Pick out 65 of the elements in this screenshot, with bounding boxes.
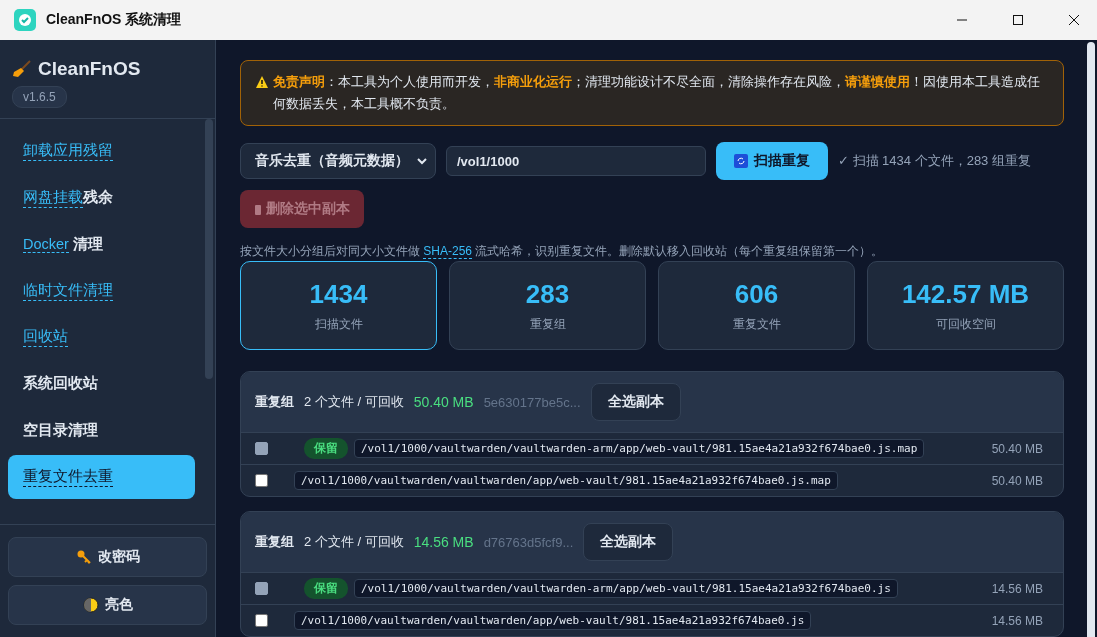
stat-label: 重复组 [529,315,566,333]
checkbox[interactable] [255,474,268,487]
nav-item[interactable]: 回收站 [8,315,195,360]
select-copies-button[interactable]: 全选副本 [583,523,674,561]
stat-label: 扫描文件 [314,315,363,333]
stat-card[interactable]: 283 重复组 [449,261,646,350]
nav-item[interactable]: Docker 清理 [8,222,195,267]
file-path: /vol1/1000/vaultwarden/vaultwarden-arm/app/web-vault/981.15ae4a21a932f674bae0.js [354,579,898,598]
file-path: /vol1/1000/vaultwarden/vaultwarden-arm/app/web-vault/981.15ae4a21a932f674bae0.js.map [354,439,925,458]
hint-text: 按文件大小分组后对同大小文件做 SHA-256 流式哈希，识别重复文件。删除默认移入回收站（每个重复组保留第一个）。 [240,244,885,258]
mode-select[interactable]: 音乐去重（音频元数据） [240,143,436,179]
maximize-icon [1013,15,1023,25]
disclaimer-text: 免责声明：本工具为个人使用而开发，非商业化运行；清理功能设计不尽全面，清除操作存在风险，请谨慎使用！因使用本工具造成任何数据丢失，本工具概不负责。 [273,73,1041,113]
keep-badge: 保留 [304,438,348,459]
scan-status: ✓ 扫描 1434 个文件，283 组重复 [838,152,1031,170]
group-size: 50.40 MB [413,394,474,410]
brand-name: CleanFnOS [38,58,141,80]
nav-item[interactable]: 重复文件去重 [8,454,195,499]
file-size: 14.56 MB [991,613,1043,628]
group-hash: d76763d5fcf9... [483,534,574,550]
stat-card[interactable]: 142.57 MB 可回收空间 [867,261,1064,350]
nav-item[interactable]: 临时文件清理 [8,268,195,313]
stat-card[interactable]: 606 重复文件 [658,261,855,350]
scan-button[interactable]: 扫描重复 [716,142,828,180]
nav-item[interactable]: 卸载应用残留 [8,129,195,174]
file-size: 50.40 MB [991,473,1043,488]
nav-item[interactable]: 网盘挂载残余 [8,175,195,220]
stat-value: 1434 [309,278,368,310]
window-title: CleanFnOS 系统清理 [46,11,183,29]
scrollbar-thumb[interactable] [1087,42,1095,637]
refresh-icon [734,154,748,168]
change-password-button[interactable]: 改密码 [8,537,207,577]
stat-label: 可回收空间 [935,315,996,333]
file-path: /vol1/1000/vaultwarden/vaultwarden/app/web-vault/981.15ae4a21a932f674bae0.js [294,611,812,630]
close-icon [1069,15,1079,25]
stat-card[interactable]: 1434 扫描文件 [240,261,437,350]
warning-icon [255,75,269,89]
group-hash: 5e630177be5c... [483,394,581,410]
group-size: 14.56 MB [413,534,474,550]
file-size: 14.56 MB [991,581,1043,596]
scrollbar-thumb[interactable] [205,119,213,379]
broom-icon [12,59,32,79]
keep-badge: 保留 [304,578,348,599]
group-count: 2 个文件 / 可回收 [304,533,404,551]
chevron-down-icon [417,156,427,166]
stat-value: 283 [525,278,570,310]
theme-button[interactable]: 亮色 [8,585,207,625]
key-icon [75,549,92,565]
select-copies-button[interactable]: 全选副本 [590,383,681,421]
half-moon-icon [82,597,99,613]
app-logo-icon [14,9,36,31]
nav-item[interactable]: 系统回收站 [8,361,195,406]
version-badge: v1.6.5 [12,86,67,108]
stat-value: 606 [734,278,779,310]
checkbox[interactable] [255,614,268,627]
stat-value: 142.57 MB [901,278,1030,310]
file-size: 50.40 MB [991,441,1043,456]
path-input[interactable]: /vol1/1000 [446,146,706,176]
nav-item[interactable]: 空目录清理 [8,408,195,453]
group-count: 2 个文件 / 可回收 [304,393,404,411]
group-title: 重复组 [255,393,294,411]
trash-icon [254,203,262,215]
group-title: 重复组 [255,533,294,551]
stat-label: 重复文件 [732,315,781,333]
file-path: /vol1/1000/vaultwarden/vaultwarden/app/web-vault/981.15ae4a21a932f674bae0.js.map [294,471,838,490]
